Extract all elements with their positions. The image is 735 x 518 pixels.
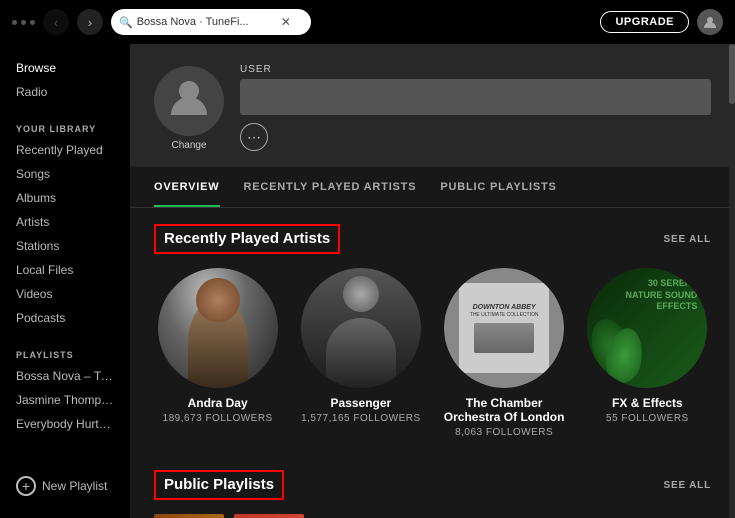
playlist-thumb-1[interactable]	[154, 514, 224, 518]
andra-day-followers: 189,673 FOLLOWERS	[163, 413, 273, 424]
chamber-orchestra-name: The Chamber Orchestra Of London	[441, 396, 568, 424]
public-playlists-title-box: Public Playlists	[154, 470, 284, 500]
sidebar-item-browse[interactable]: Browse	[0, 56, 130, 80]
artist-card-fx-effects[interactable]: 30 SERENENATURE SOUNDEFFECTS FX & Effect…	[584, 268, 711, 438]
passenger-followers: 1,577,165 FOLLOWERS	[301, 413, 421, 424]
profile-info: USER Jasmine Zhang ⋯	[240, 64, 711, 151]
recently-played-header: Recently Played Artists SEE ALL	[154, 224, 711, 254]
public-playlists-section: Public Playlists SEE ALL	[130, 454, 735, 518]
new-playlist-label: New Playlist	[42, 479, 107, 493]
your-library-label: YOUR LIBRARY	[0, 116, 130, 138]
playlist-thumb-2[interactable]	[234, 514, 304, 518]
tab-public-playlists[interactable]: PUBLIC PLAYLISTS	[440, 167, 556, 207]
passenger-image	[301, 268, 421, 388]
sidebar-item-stations[interactable]: Stations	[0, 234, 130, 258]
top-bar: ‹ › 🔍 Bossa Nova · TuneFi... ✕ UPGRADE	[0, 0, 735, 44]
sidebar-item-local-files[interactable]: Local Files	[0, 258, 130, 282]
content-area: Change USER Jasmine Zhang ⋯ OVERVIEW REC…	[130, 44, 735, 518]
andra-day-name: Andra Day	[188, 396, 248, 410]
public-playlists-header: Public Playlists SEE ALL	[154, 470, 711, 500]
artist-card-passenger[interactable]: Passenger 1,577,165 FOLLOWERS	[297, 268, 424, 438]
plus-icon: +	[16, 476, 36, 496]
user-avatar-top[interactable]	[697, 9, 723, 35]
sidebar-item-albums[interactable]: Albums	[0, 186, 130, 210]
tab-recently-played[interactable]: RECENTLY PLAYED ARTISTS	[244, 167, 417, 207]
andra-day-image	[158, 268, 278, 388]
fx-effects-followers: 55 FOLLOWERS	[606, 413, 689, 424]
sidebar-item-videos[interactable]: Videos	[0, 282, 130, 306]
back-button[interactable]: ‹	[43, 9, 69, 35]
fx-effects-image: 30 SERENENATURE SOUNDEFFECTS	[587, 268, 707, 388]
tab-overview[interactable]: OVERVIEW	[154, 167, 220, 207]
avatar-wrap: Change	[154, 66, 224, 151]
playlists-label: PLAYLISTS	[0, 342, 130, 364]
passenger-name: Passenger	[331, 396, 392, 410]
upgrade-button[interactable]: UPGRADE	[600, 11, 689, 33]
dot2	[21, 20, 26, 25]
dot1	[12, 20, 17, 25]
sidebar-item-songs[interactable]: Songs	[0, 162, 130, 186]
profile-area: Change USER Jasmine Zhang ⋯	[130, 44, 735, 167]
forward-button[interactable]: ›	[77, 9, 103, 35]
recently-played-title-box: Recently Played Artists	[154, 224, 340, 254]
sidebar-item-artists[interactable]: Artists	[0, 210, 130, 234]
chamber-orchestra-image: DOWNTON ABBEY THE ULTIMATE COLLECTION	[444, 268, 564, 388]
recently-played-section: Recently Played Artists SEE ALL Andra Da…	[130, 208, 735, 454]
recently-played-title: Recently Played Artists	[164, 230, 330, 247]
search-bar[interactable]: 🔍 Bossa Nova · TuneFi... ✕	[111, 9, 311, 35]
change-avatar-button[interactable]: Change	[171, 140, 206, 151]
close-icon[interactable]: ✕	[281, 15, 291, 29]
sidebar-item-radio[interactable]: Radio	[0, 80, 130, 104]
sidebar-item-playlist2[interactable]: Jasmine Thompson	[0, 388, 130, 412]
artists-row: Andra Day 189,673 FOLLOWERS Passenger 1,…	[154, 268, 711, 438]
sidebar: Browse Radio YOUR LIBRARY Recently Playe…	[0, 44, 130, 518]
search-icon: 🔍	[119, 16, 133, 29]
recently-played-see-all[interactable]: SEE ALL	[664, 234, 711, 245]
more-options-button[interactable]: ⋯	[240, 123, 268, 151]
new-playlist-button[interactable]: + New Playlist	[0, 466, 130, 506]
scrollbar-thumb[interactable]	[729, 44, 735, 104]
chamber-orchestra-followers: 8,063 FOLLOWERS	[455, 427, 553, 438]
main-layout: Browse Radio YOUR LIBRARY Recently Playe…	[0, 44, 735, 518]
public-playlists-see-all[interactable]: SEE ALL	[664, 480, 711, 491]
sidebar-item-podcasts[interactable]: Podcasts	[0, 306, 130, 330]
dot3	[30, 20, 35, 25]
public-playlists-title: Public Playlists	[164, 476, 274, 493]
andra-day-img-placeholder	[158, 268, 278, 388]
profile-name: Jasmine Zhang	[240, 79, 711, 115]
profile-icon	[167, 75, 211, 127]
fx-effects-name: FX & Effects	[612, 396, 683, 410]
avatar-circle	[154, 66, 224, 136]
playlist-thumbs-row	[154, 514, 711, 518]
sidebar-item-playlist3[interactable]: Everybody Hurts – Ja...	[0, 412, 130, 436]
search-input[interactable]: Bossa Nova · TuneFi...	[137, 16, 277, 28]
artist-card-chamber-orchestra[interactable]: DOWNTON ABBEY THE ULTIMATE COLLECTION Th…	[441, 268, 568, 438]
user-label: USER	[240, 64, 711, 75]
scrollbar-track[interactable]	[729, 44, 735, 518]
artist-card-andra-day[interactable]: Andra Day 189,673 FOLLOWERS	[154, 268, 281, 438]
window-controls	[12, 20, 35, 25]
sidebar-item-recently-played[interactable]: Recently Played	[0, 138, 130, 162]
sidebar-item-playlist1[interactable]: Bossa Nova – TuneFab...	[0, 364, 130, 388]
tabs-bar: OVERVIEW RECENTLY PLAYED ARTISTS PUBLIC …	[130, 167, 735, 208]
